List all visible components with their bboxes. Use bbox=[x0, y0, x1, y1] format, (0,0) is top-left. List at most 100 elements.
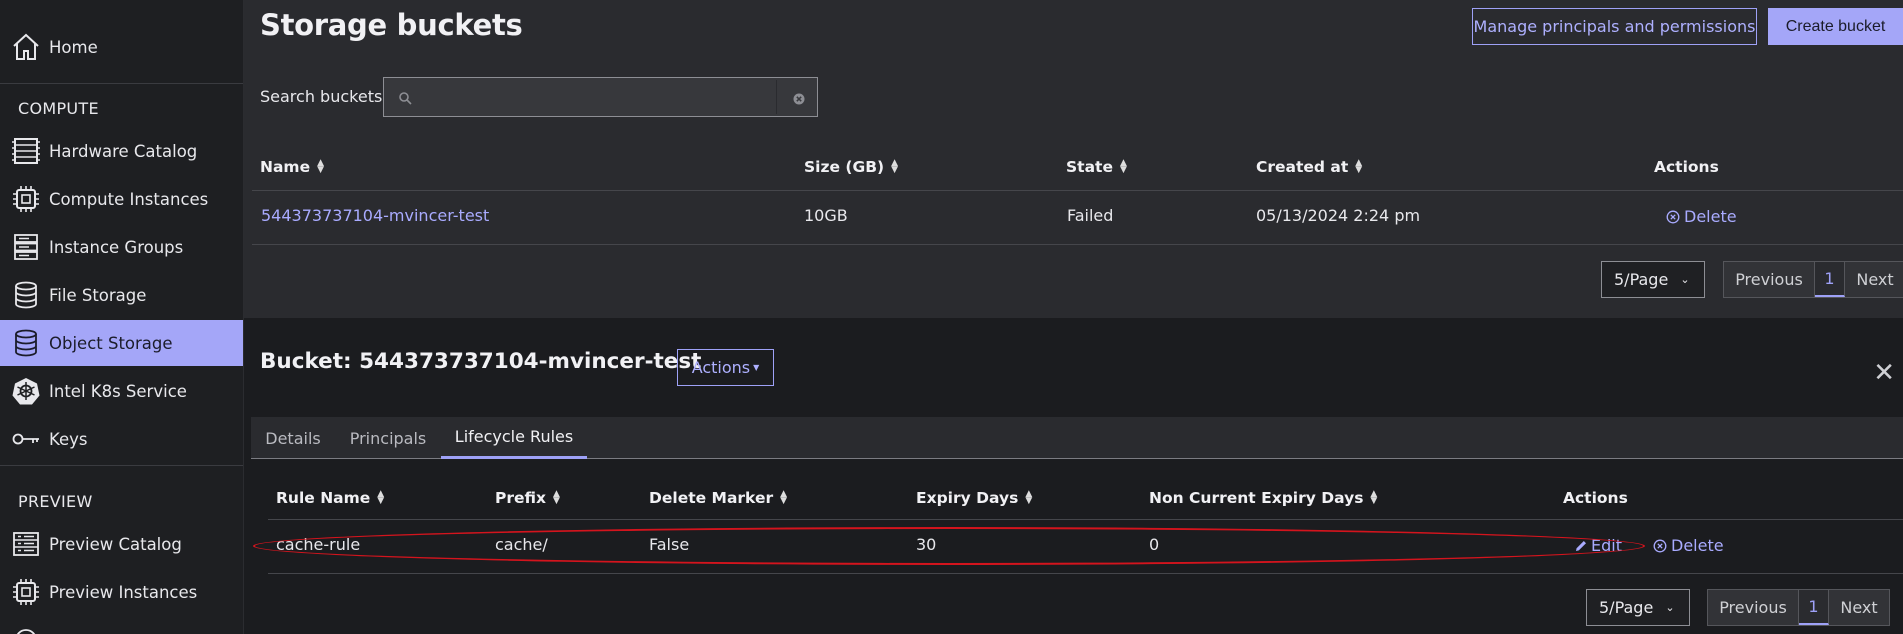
actions-dropdown-button[interactable]: Actions ▼ bbox=[677, 349, 774, 386]
highlight-annotation bbox=[253, 527, 1645, 565]
page-size-select[interactable]: 5/Page ⌄ bbox=[1601, 261, 1705, 298]
close-icon[interactable]: ✕ bbox=[1873, 360, 1895, 386]
column-header-non-current-expiry-days[interactable]: Non Current Expiry Days ▲ ▼ bbox=[1149, 489, 1377, 507]
key-icon bbox=[9, 422, 43, 456]
pagination: Previous 1 Next bbox=[1707, 589, 1890, 626]
divider bbox=[0, 465, 243, 466]
sidebar-item-compute-instances[interactable]: Compute Instances bbox=[0, 176, 243, 222]
sidebar-item-label: File Storage bbox=[49, 285, 147, 305]
bucket-size: 10GB bbox=[804, 206, 848, 225]
sidebar-item-file-storage[interactable]: File Storage bbox=[0, 272, 243, 318]
sidebar-item-label: Preview Catalog bbox=[49, 534, 182, 554]
sidebar-item-object-storage[interactable]: Object Storage bbox=[0, 320, 243, 366]
search-input[interactable] bbox=[422, 84, 772, 110]
database-icon bbox=[9, 278, 43, 312]
section-heading-compute: COMPUTE bbox=[18, 99, 99, 118]
column-header-created-at[interactable]: Created at ▲ ▼ bbox=[1256, 158, 1362, 176]
sidebar-item-hardware-catalog[interactable]: Hardware Catalog bbox=[0, 128, 243, 174]
clear-icon[interactable] bbox=[793, 90, 805, 109]
bucket-created-at: 05/13/2024 2:24 pm bbox=[1256, 206, 1421, 225]
tab-lifecycle-rules[interactable]: Lifecycle Rules bbox=[441, 417, 587, 459]
page-number-button[interactable]: 1 bbox=[1799, 590, 1829, 625]
column-header-delete-marker[interactable]: Delete Marker ▲ ▼ bbox=[649, 489, 787, 507]
bucket-name-link[interactable]: 544373737104-mvincer-test bbox=[261, 206, 489, 225]
sidebar-item-label: Hardware Catalog bbox=[49, 141, 198, 161]
sidebar-item-keys[interactable]: Keys bbox=[0, 416, 243, 462]
pagination: Previous 1 Next bbox=[1723, 261, 1903, 298]
kubernetes-icon bbox=[9, 374, 43, 408]
sidebar: Home COMPUTE Hardware Catalog Compute In… bbox=[0, 0, 244, 634]
column-header-prefix[interactable]: Prefix ▲ ▼ bbox=[495, 489, 560, 507]
chip-icon bbox=[9, 575, 43, 609]
divider bbox=[268, 519, 1903, 520]
next-page-button[interactable]: Next bbox=[1829, 590, 1889, 625]
section-heading-preview: PREVIEW bbox=[18, 492, 93, 511]
divider bbox=[252, 190, 1903, 191]
main-content: Storage buckets Manage principals and pe… bbox=[244, 0, 1903, 634]
sort-icon: ▲ ▼ bbox=[1355, 158, 1363, 175]
column-header-actions: Actions bbox=[1563, 489, 1628, 507]
chevron-down-icon: ⌄ bbox=[1665, 601, 1675, 614]
caret-down-icon: ▼ bbox=[753, 363, 760, 372]
sidebar-item-label: Preview Instances bbox=[49, 582, 198, 602]
next-page-button[interactable]: Next bbox=[1845, 262, 1903, 297]
delete-bucket-button[interactable]: Delete bbox=[1666, 207, 1737, 226]
sort-icon: ▲ ▼ bbox=[1119, 158, 1127, 175]
sidebar-item-label: Keys bbox=[49, 429, 88, 449]
column-header-expiry-days[interactable]: Expiry Days ▲ ▼ bbox=[916, 489, 1032, 507]
delete-circle-icon bbox=[1653, 539, 1667, 552]
sidebar-item-label: Object Storage bbox=[49, 333, 173, 353]
previous-page-button[interactable]: Previous bbox=[1724, 262, 1815, 297]
sort-icon: ▲ ▼ bbox=[891, 158, 899, 175]
sort-icon: ▲ ▼ bbox=[1025, 489, 1033, 506]
tab-principals[interactable]: Principals bbox=[335, 417, 441, 459]
previous-page-button[interactable]: Previous bbox=[1708, 590, 1799, 625]
list-icon bbox=[9, 527, 43, 561]
sidebar-item-instance-groups[interactable]: Instance Groups bbox=[0, 224, 243, 270]
column-header-name[interactable]: Name ▲ ▼ bbox=[260, 158, 324, 176]
page-number-button[interactable]: 1 bbox=[1815, 262, 1845, 297]
sidebar-item-preview-instances[interactable]: Preview Instances bbox=[0, 569, 243, 615]
home-icon bbox=[9, 30, 43, 64]
manage-principals-button[interactable]: Manage principals and permissions bbox=[1472, 8, 1757, 45]
sort-icon: ▲ ▼ bbox=[317, 158, 325, 175]
sidebar-item-home[interactable]: Home bbox=[0, 24, 243, 70]
tab-details[interactable]: Details bbox=[251, 417, 335, 459]
sidebar-item-label: Intel K8s Service bbox=[49, 381, 187, 401]
server-stack-icon bbox=[9, 230, 43, 264]
database-icon bbox=[9, 326, 43, 360]
buckets-panel: Storage buckets Manage principals and pe… bbox=[244, 0, 1903, 318]
search-label: Search buckets bbox=[260, 87, 383, 106]
column-header-actions: Actions bbox=[1654, 158, 1719, 176]
divider bbox=[0, 83, 243, 84]
sidebar-item-label: Home bbox=[49, 37, 98, 57]
delete-circle-icon bbox=[1666, 210, 1680, 223]
divider bbox=[776, 80, 777, 114]
sidebar-item-label: Instance Groups bbox=[49, 237, 184, 257]
search-icon bbox=[398, 90, 412, 109]
sort-icon: ▲ ▼ bbox=[780, 489, 788, 506]
chevron-down-icon: ⌄ bbox=[1680, 273, 1690, 286]
sort-icon: ▲ ▼ bbox=[553, 489, 560, 506]
chip-icon bbox=[9, 182, 43, 216]
page-size-select[interactable]: 5/Page ⌄ bbox=[1586, 589, 1690, 626]
divider bbox=[268, 573, 1903, 574]
sort-icon: ▲ ▼ bbox=[1370, 489, 1378, 506]
detail-tabs: Details Principals Lifecycle Rules bbox=[251, 417, 1903, 459]
server-rack-icon bbox=[9, 134, 43, 168]
sidebar-item-preview-catalog[interactable]: Preview Catalog bbox=[0, 521, 243, 567]
bucket-detail-title: Bucket: 544373737104-mvincer-test bbox=[260, 349, 702, 374]
sidebar-item-partial[interactable] bbox=[0, 617, 243, 634]
sort-icon: ▲ ▼ bbox=[377, 489, 385, 506]
divider bbox=[252, 244, 1903, 245]
column-header-rule-name[interactable]: Rule Name ▲ ▼ bbox=[276, 489, 384, 507]
sidebar-item-intel-k8s-service[interactable]: Intel K8s Service bbox=[0, 368, 243, 414]
column-header-state[interactable]: State ▲ ▼ bbox=[1066, 158, 1127, 176]
bucket-state: Failed bbox=[1067, 206, 1114, 225]
delete-rule-button[interactable]: Delete bbox=[1653, 536, 1724, 555]
page-title: Storage buckets bbox=[260, 8, 523, 42]
column-header-size[interactable]: Size (GB) ▲ ▼ bbox=[804, 158, 898, 176]
search-box[interactable] bbox=[383, 77, 818, 117]
circle-icon bbox=[9, 623, 43, 634]
create-bucket-button[interactable]: Create bucket bbox=[1768, 8, 1903, 45]
